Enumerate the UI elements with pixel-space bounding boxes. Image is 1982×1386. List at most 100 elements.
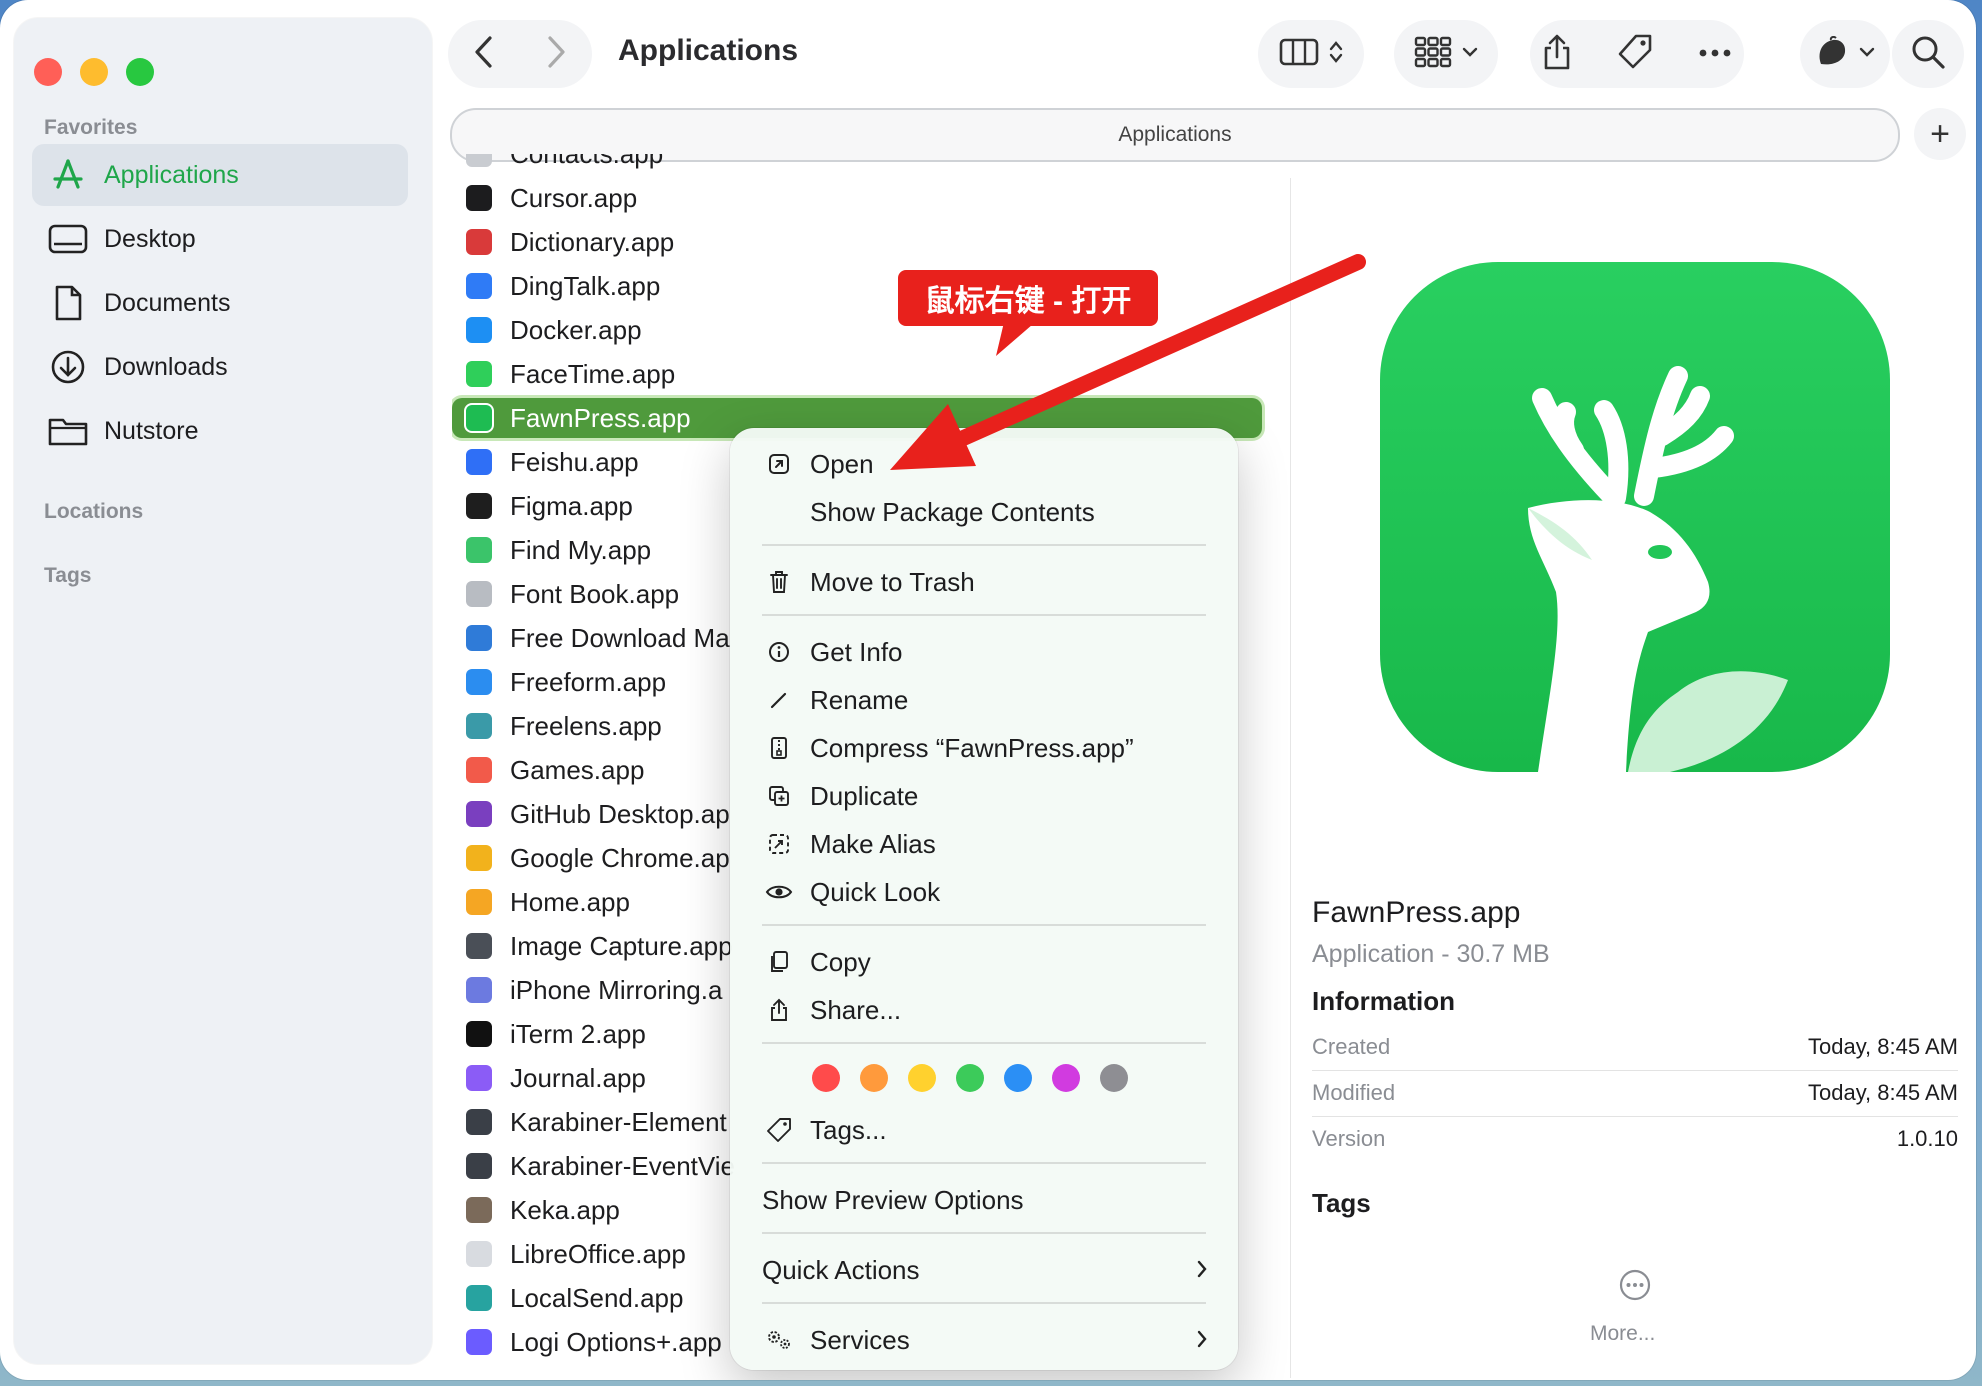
tag-color-dot[interactable] (908, 1064, 936, 1092)
nutstore-menu-button[interactable] (1800, 20, 1890, 88)
file-name: Feishu.app (510, 446, 639, 477)
menu-separator (762, 1232, 1206, 1234)
search-button[interactable] (1892, 20, 1964, 88)
sidebar-item-label: Downloads (104, 352, 228, 381)
app-icon (466, 845, 492, 871)
plus-icon: + (1930, 114, 1950, 153)
file-name: Home.app (510, 886, 630, 917)
menu-item-label: Quick Actions (762, 1254, 920, 1285)
info-row-created: Created Today, 8:45 AM (1312, 1024, 1958, 1070)
back-icon[interactable] (472, 34, 496, 75)
app-icon (466, 449, 492, 475)
tag-icon (764, 1117, 794, 1143)
menu-item-move-to-trash[interactable]: Move to Trash (730, 560, 1238, 604)
info-key: Version (1312, 1126, 1386, 1151)
file-row[interactable]: FaceTime.app (452, 354, 1262, 394)
menu-item-share[interactable]: Share... (730, 988, 1238, 1032)
tag-icon[interactable] (1616, 33, 1654, 76)
finder-window: Favorites Applications Desktop Documents… (0, 0, 1976, 1380)
zoom-window-button[interactable] (126, 58, 154, 86)
menu-item-open[interactable]: Open (730, 442, 1238, 486)
pane-divider[interactable] (1290, 178, 1291, 1378)
gears-icon (764, 1328, 794, 1352)
sidebar-item-applications[interactable]: Applications (32, 144, 408, 206)
menu-item-quick-look[interactable]: Quick Look (730, 870, 1238, 914)
menu-separator (762, 544, 1206, 546)
app-icon (466, 581, 492, 607)
sidebar-item-nutstore[interactable]: Nutstore (32, 400, 408, 462)
menu-item-compress[interactable]: Compress “FawnPress.app” (730, 726, 1238, 770)
locations-header[interactable]: Locations (44, 500, 143, 524)
menu-item-label: Get Info (810, 636, 903, 667)
annotation-callout: 鼠标右键 - 打开 (898, 270, 1158, 326)
menu-item-label: Tags... (810, 1114, 887, 1145)
file-name: DingTalk.app (510, 270, 661, 301)
menu-separator (762, 614, 1206, 616)
file-name: Google Chrome.ap (510, 842, 730, 873)
file-name: Dictionary.app (510, 226, 675, 257)
close-window-button[interactable] (34, 58, 62, 86)
menu-separator (762, 1042, 1206, 1044)
view-mode-button[interactable] (1258, 20, 1364, 88)
tag-color-dot[interactable] (956, 1064, 984, 1092)
app-icon (466, 625, 492, 651)
sidebar-item-downloads[interactable]: Downloads (32, 336, 408, 398)
menu-item-copy[interactable]: Copy (730, 940, 1238, 984)
file-row[interactable]: Dictionary.app (452, 222, 1262, 262)
menu-item-services[interactable]: Services (730, 1318, 1238, 1362)
more-button[interactable] (1600, 1268, 1670, 1307)
file-name: Docker.app (510, 314, 642, 345)
forward-icon[interactable] (544, 34, 568, 75)
app-icon (466, 1021, 492, 1047)
share-icon[interactable] (1542, 33, 1572, 76)
columns-view-icon (1279, 37, 1319, 72)
app-icon (466, 1153, 492, 1179)
menu-item-label: Open (810, 448, 874, 479)
sidebar-item-documents[interactable]: Documents (32, 272, 408, 334)
group-by-button[interactable] (1394, 20, 1498, 88)
tags-heading: Tags (1312, 1188, 1371, 1218)
tag-color-dot[interactable] (1004, 1064, 1032, 1092)
menu-item-make-alias[interactable]: Make Alias (730, 822, 1238, 866)
applications-icon (46, 157, 90, 193)
new-tab-button[interactable]: + (1914, 108, 1966, 160)
menu-item-get-info[interactable]: Get Info (730, 630, 1238, 674)
sidebar-item-label: Applications (104, 160, 239, 189)
menu-item-duplicate[interactable]: Duplicate (730, 774, 1238, 818)
pencil-icon (764, 690, 794, 710)
file-row[interactable]: Cursor.app (452, 178, 1262, 218)
folder-icon (46, 415, 90, 447)
file-name: LibreOffice.app (510, 1238, 686, 1269)
app-icon (466, 1285, 492, 1311)
more-label[interactable]: More... (1590, 1322, 1655, 1346)
trash-icon (764, 570, 794, 594)
file-name: LocalSend.app (510, 1282, 684, 1313)
menu-item-quick-actions[interactable]: Quick Actions (730, 1248, 1238, 1292)
menu-item-label: Quick Look (810, 876, 941, 907)
app-icon (466, 537, 492, 563)
duplicate-icon (764, 785, 794, 807)
file-name: Logi Options+.app (510, 1326, 722, 1357)
info-key: Modified (1312, 1080, 1396, 1105)
info-value: Today, 8:45 AM (1807, 1034, 1958, 1059)
menu-item-tags[interactable]: Tags... (730, 1108, 1238, 1152)
menu-item-rename[interactable]: Rename (730, 678, 1238, 722)
tag-color-dot[interactable] (1052, 1064, 1080, 1092)
app-icon (466, 933, 492, 959)
sidebar-item-desktop[interactable]: Desktop (32, 208, 408, 270)
sidebar-item-label: Desktop (104, 224, 196, 253)
more-options-icon[interactable] (1698, 45, 1732, 63)
app-icon (466, 1197, 492, 1223)
tags-header[interactable]: Tags (44, 564, 91, 588)
minimize-window-button[interactable] (80, 58, 108, 86)
tag-color-dot[interactable] (860, 1064, 888, 1092)
tag-color-dot[interactable] (1100, 1064, 1128, 1092)
menu-item-show-package-contents[interactable]: Show Package Contents (730, 490, 1238, 534)
download-icon (46, 349, 90, 385)
app-icon (466, 1329, 492, 1355)
path-bar-label: Applications (1118, 123, 1232, 146)
tag-color-dot[interactable] (812, 1064, 840, 1092)
file-row[interactable]: Contacts.app (452, 154, 1262, 174)
more-circle-icon (1618, 1269, 1652, 1306)
menu-item-show-preview-options[interactable]: Show Preview Options (730, 1178, 1238, 1222)
